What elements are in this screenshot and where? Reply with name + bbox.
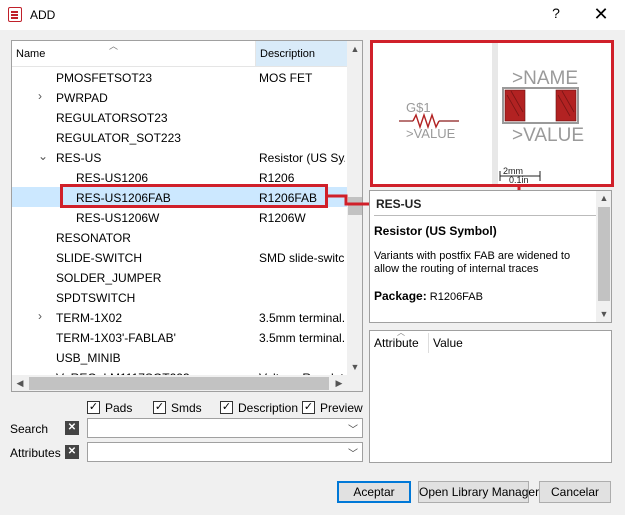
column-separator [428, 333, 429, 353]
description-package: Package: R1206FAB [374, 289, 483, 303]
description-scrollbar[interactable]: ▲ ▼ [596, 191, 611, 322]
description-body: Variants with postfix FAB are widened to… [374, 250, 571, 275]
column-header-attribute[interactable]: Attribute [374, 336, 419, 350]
description-panel: RES-US Resistor (US Symbol) Variants wit… [369, 190, 612, 323]
heading-underline [374, 215, 596, 216]
description-subtitle: Resistor (US Symbol) [374, 224, 497, 238]
column-header-value[interactable]: Value [433, 336, 463, 350]
scroll-thumb[interactable] [598, 207, 610, 301]
open-library-manager-button[interactable]: Open Library Manager [418, 481, 539, 503]
cancel-button[interactable]: Cancelar [539, 481, 611, 503]
scroll-up-icon[interactable]: ▲ [596, 193, 611, 203]
package-label: Package: [374, 289, 427, 303]
scroll-down-icon[interactable]: ▼ [596, 309, 611, 319]
attribute-table[interactable]: ︿ Attribute Value [369, 328, 612, 463]
description-heading: RES-US [376, 197, 422, 211]
ok-button[interactable]: Aceptar [337, 481, 411, 503]
package-value: R1206FAB [429, 291, 483, 303]
